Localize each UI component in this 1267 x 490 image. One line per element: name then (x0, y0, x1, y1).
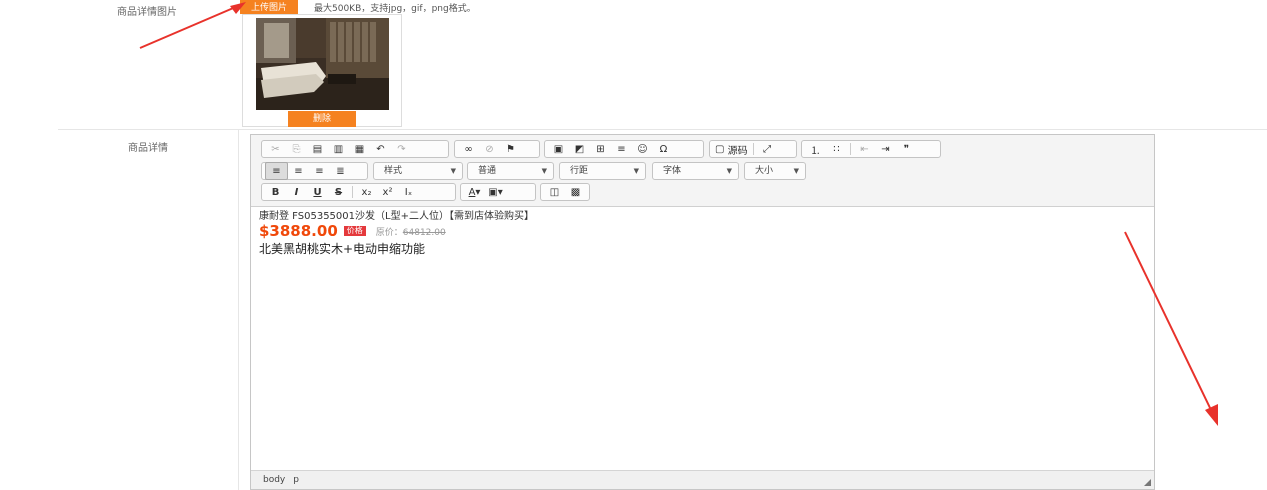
arrow-upload-line (139, 5, 239, 49)
arrow-editor-line (1124, 231, 1213, 413)
arrow-upload-head (230, 2, 246, 14)
annotation-arrows (139, 2, 1218, 426)
arrow-editor-head (1205, 404, 1218, 426)
